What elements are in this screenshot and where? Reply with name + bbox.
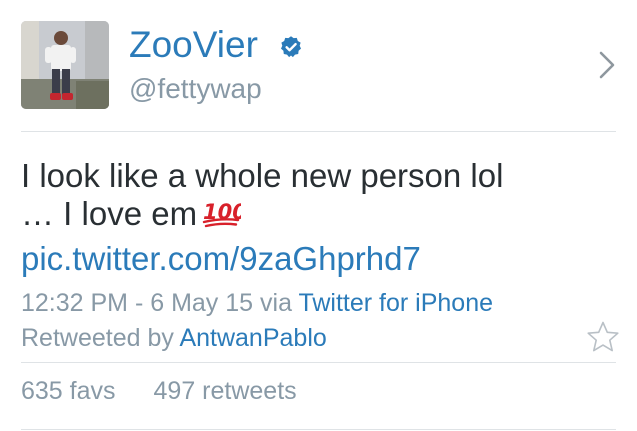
via-label: via: [260, 289, 292, 317]
tweet-text: I look like a whole new person lol … I l…: [21, 157, 611, 237]
tweet-text-line-1: I look like a whole new person lol: [21, 157, 504, 194]
chevron-right-icon[interactable]: [598, 50, 616, 80]
stats-divider: [21, 429, 616, 430]
header-divider: [21, 131, 616, 132]
retweets-count[interactable]: 497 retweets: [154, 377, 297, 405]
verified-badge-icon: [281, 36, 301, 58]
display-name[interactable]: ZooVier: [129, 24, 258, 66]
user-header[interactable]: ZooVier @fettywap: [0, 0, 637, 132]
tweet-detail-view: ZooVier @fettywap I look like a whole ne…: [0, 0, 637, 431]
avatar[interactable]: [21, 21, 109, 109]
hundred-points-emoji-icon: 100: [201, 197, 247, 237]
tweet-media-link[interactable]: pic.twitter.com/9zaGhprhd7: [21, 239, 421, 279]
favs-count[interactable]: 635 favs: [21, 377, 116, 405]
tweet-stats: 635 favs 497 retweets: [21, 376, 297, 406]
tweet-source-link[interactable]: Twitter for iPhone: [298, 289, 493, 317]
tweet-text-line-2: … I love em100: [21, 195, 611, 237]
tweet-text-line-2-text: … I love em: [21, 195, 198, 232]
retweeted-by-user-link[interactable]: AntwanPablo: [179, 324, 326, 352]
tweet-timestamp: 12:32 PM - 6 May 15: [21, 289, 254, 317]
avatar-photo-image: [21, 21, 109, 109]
star-icon[interactable]: [586, 320, 620, 354]
retweeted-by-label: Retweeted by: [21, 324, 174, 352]
retweeted-by-line: Retweeted by AntwanPablo: [21, 323, 327, 353]
user-handle[interactable]: @fettywap: [129, 72, 262, 106]
meta-divider: [21, 362, 616, 363]
tweet-timestamp-line: 12:32 PM - 6 May 15 via Twitter for iPho…: [21, 288, 493, 318]
